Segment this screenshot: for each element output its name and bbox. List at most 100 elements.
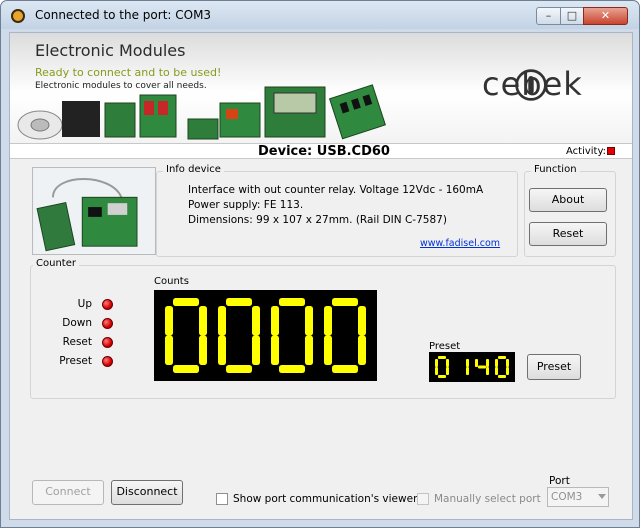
activity-label: Activity: [566,146,607,157]
counts-segment [165,335,173,365]
counts-display [154,290,377,381]
preset-segment [486,359,489,367]
preset-button[interactable]: Preset [527,354,581,380]
disconnect-button[interactable]: Disconnect [111,480,183,505]
preset-display [429,352,515,382]
preset-segment [506,359,509,367]
preset-segment [466,359,469,367]
preset-segment [475,359,478,367]
preset-digit [466,359,469,375]
preset-segment [495,367,498,375]
counts-segment [332,365,358,373]
client-area: Electronic Modules Ready to connect and … [9,32,633,520]
led-label-down: Down [62,317,92,329]
banner: Electronic Modules Ready to connect and … [10,33,632,143]
down-led [102,318,113,329]
manual-port-checkbox[interactable] [417,493,429,505]
preset-segment [435,359,438,367]
counts-segment [252,306,260,336]
port-select[interactable]: COM3 [547,487,609,507]
preset-segment [506,367,509,375]
close-button[interactable]: ✕ [583,7,628,25]
port-label: Port [549,475,570,487]
counts-segment [165,306,173,336]
title-bar[interactable]: Connected to the port: COM3 – □ ✕ [1,1,639,29]
function-group: Function About Reset [524,164,616,257]
info-device-legend: Info device [163,164,224,175]
function-legend: Function [531,164,580,175]
preset-label: Preset [429,341,461,352]
preset-segment [498,375,506,378]
counts-segment [324,306,332,336]
preset-segment [498,356,506,359]
counts-segment [279,365,305,373]
modules-image [17,84,386,140]
about-button[interactable]: About [529,188,607,212]
window-title: Connected to the port: COM3 [35,8,212,22]
counts-label: Counts [154,276,189,287]
counts-segment [173,298,199,306]
led-label-up: Up [77,298,92,310]
preset-segment [438,375,446,378]
preset-digit [475,359,489,375]
counts-segment [218,306,226,336]
preset-segment [446,359,449,367]
counts-digit [271,298,313,373]
preset-segment [438,356,446,359]
counts-segment [226,365,252,373]
preset-segment [446,367,449,375]
counts-segment [358,306,366,336]
preset-segment [486,367,489,375]
counts-segment [305,306,313,336]
counts-segment [199,335,207,365]
up-led [102,299,113,310]
preset-led [102,356,113,367]
show-viewer-label: Show port communication's viewer [233,493,418,505]
port-select-value: COM3 [551,491,583,503]
connect-button[interactable]: Connect [32,480,104,505]
info-line-1: Interface with out counter relay. Voltag… [188,184,484,196]
preset-segment [466,367,469,375]
reset-led [102,337,113,348]
led-label-reset: Reset [62,336,92,348]
device-photo [32,167,156,255]
show-viewer-checkbox[interactable] [216,493,228,505]
app-icon [11,9,25,23]
counts-segment [252,335,260,365]
manual-port-label: Manually select port [434,493,541,505]
website-link[interactable]: www.fadisel.com [420,238,500,249]
preset-segment [435,367,438,375]
preset-digit [435,356,449,378]
counts-segment [279,298,305,306]
minimize-button[interactable]: – [536,7,561,25]
preset-segment [478,365,486,369]
info-line-3: Dimensions: 99 x 107 x 27mm. (Rail DIN C… [188,214,447,226]
banner-title: Electronic Modules [35,41,186,60]
brand-logo: cebek [482,65,583,103]
preset-digit [495,356,509,378]
counts-segment [324,335,332,365]
maximize-button[interactable]: □ [560,7,584,25]
counter-legend: Counter [33,258,79,269]
counts-segment [271,306,279,336]
counts-segment [358,335,366,365]
counts-segment [305,335,313,365]
led-label-preset: Preset [59,355,92,367]
preset-segment [495,359,498,367]
device-bar: Device: USB.CD60 Activity: [10,143,632,159]
counts-segment [332,298,358,306]
info-line-2: Power supply: FE 113. [188,199,304,211]
chevron-down-icon [598,494,606,499]
activity-led [607,147,615,155]
info-device-group: Info device Interface with out counter r… [156,164,518,257]
counts-segment [271,335,279,365]
app-window: Connected to the port: COM3 – □ ✕ Electr… [0,0,640,528]
counts-digit [165,298,207,373]
counts-segment [199,306,207,336]
counts-segment [226,298,252,306]
counts-segment [218,335,226,365]
device-label: Device: USB.CD60 [258,144,390,159]
counts-digit [218,298,260,373]
reset-button[interactable]: Reset [529,222,607,246]
counts-segment [173,365,199,373]
